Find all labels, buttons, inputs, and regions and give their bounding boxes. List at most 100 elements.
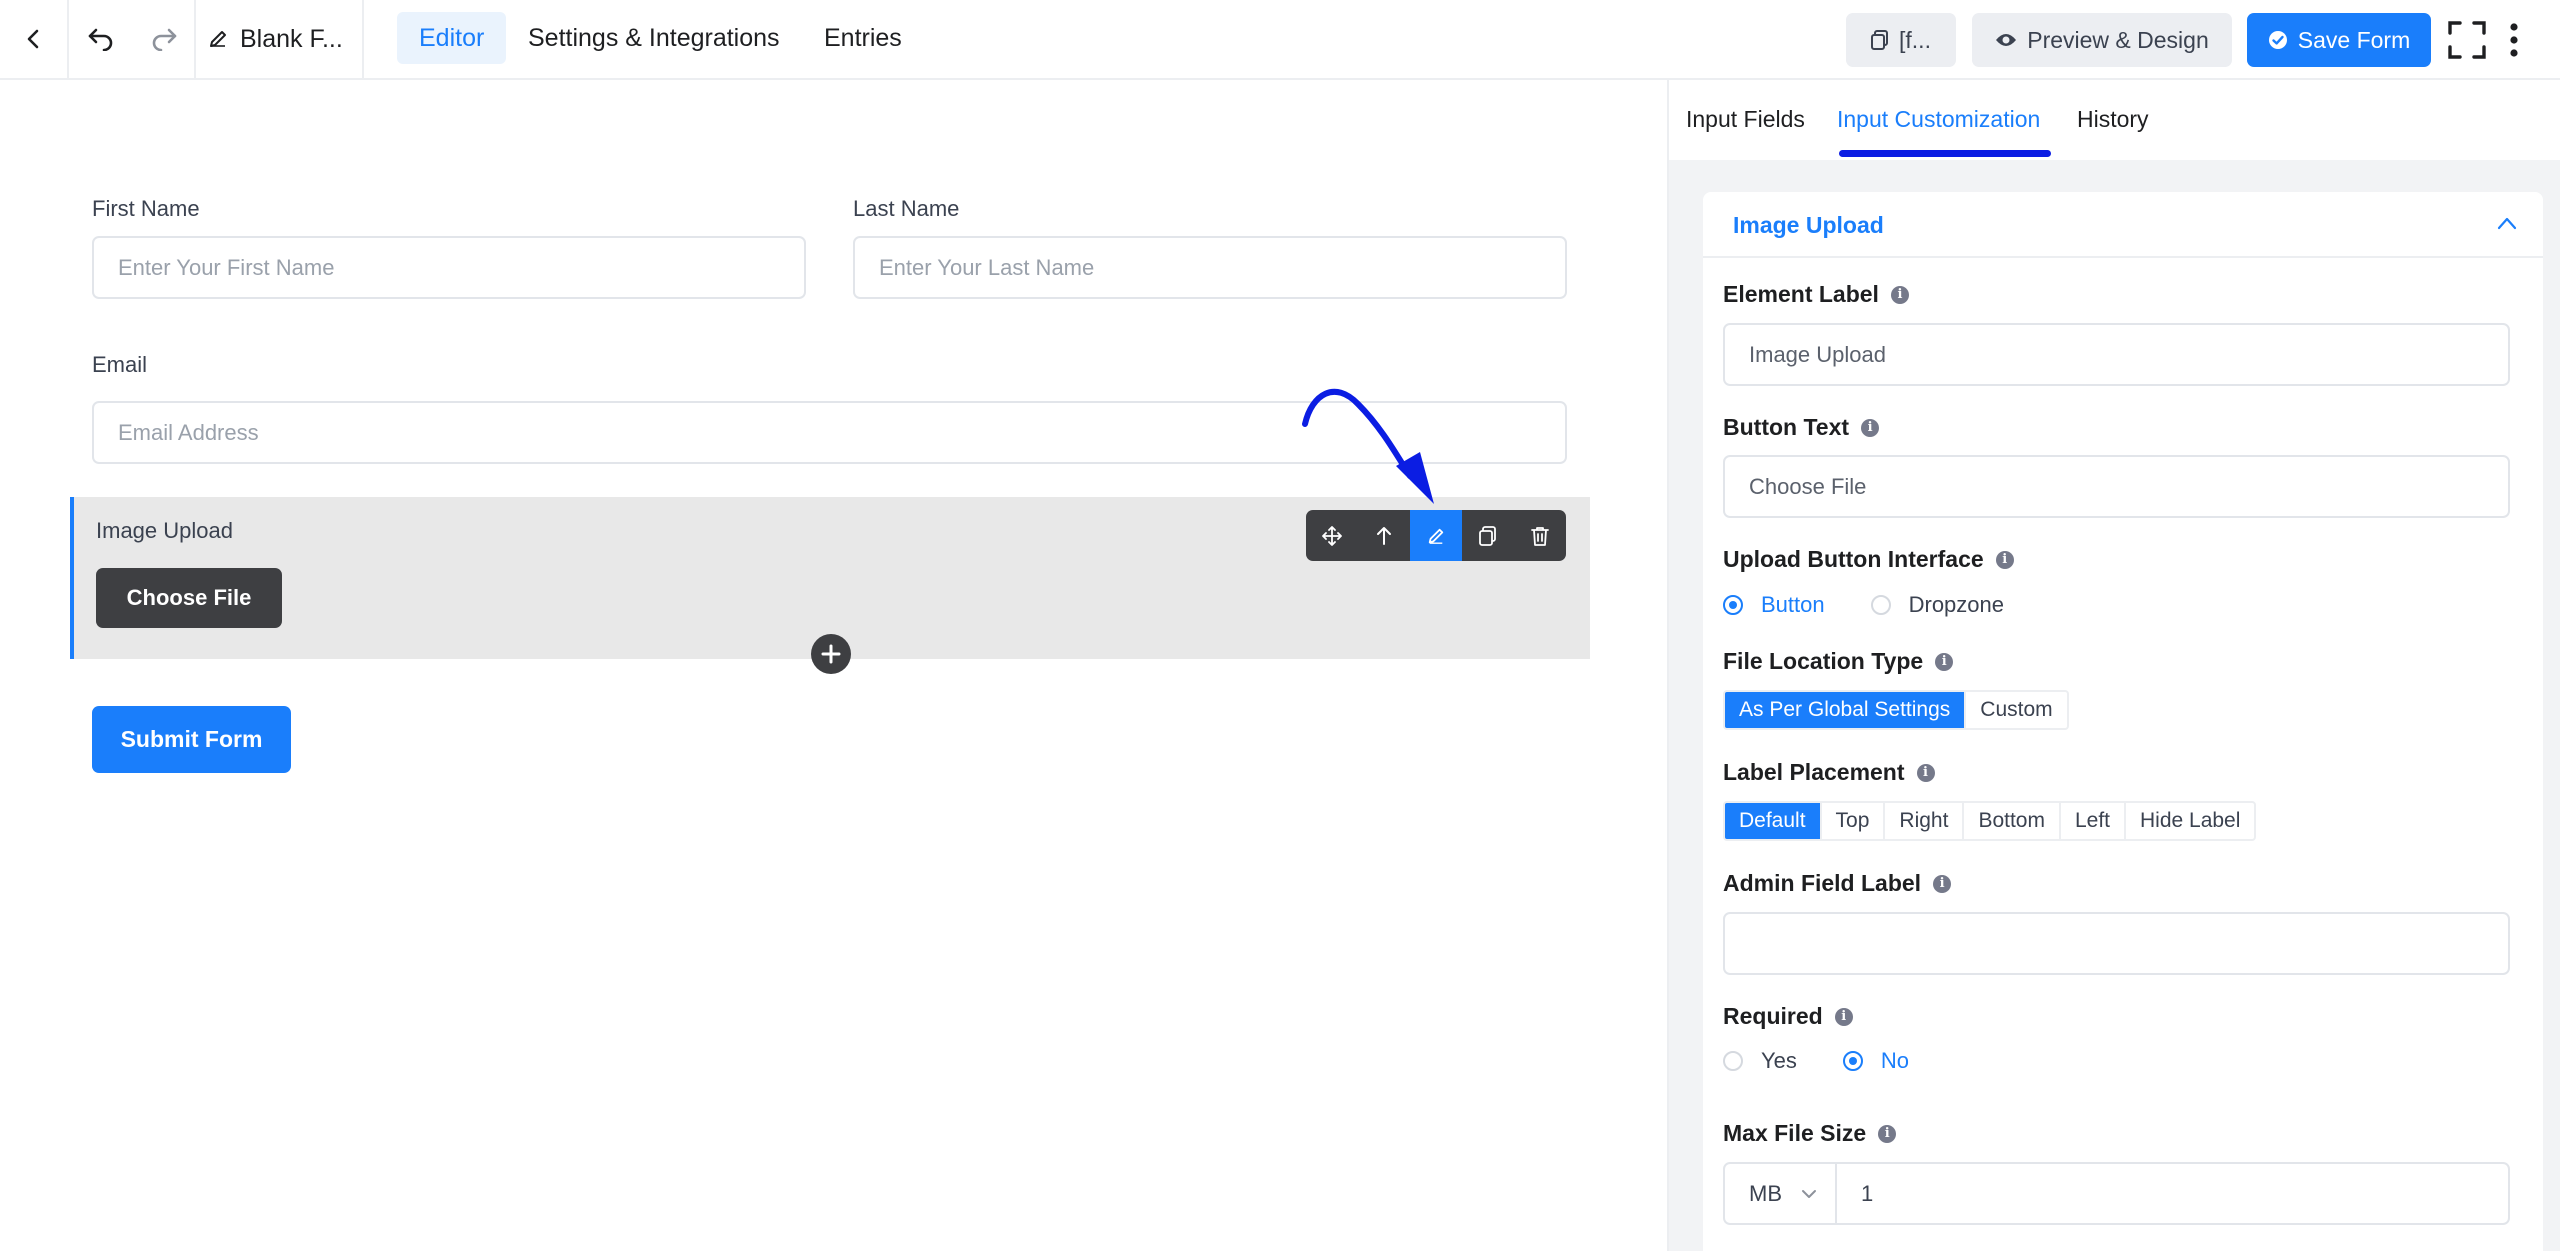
annotation-arrow-icon <box>1302 389 1434 504</box>
fullscreen-button[interactable] <box>2447 20 2487 60</box>
segment-right[interactable]: Right <box>1885 803 1965 839</box>
size-unit-value: MB <box>1749 1180 1782 1206</box>
segment-custom[interactable]: Custom <box>1966 692 2066 728</box>
max-size-heading: Max File Size i <box>1723 1120 1897 1147</box>
redo-button[interactable] <box>133 0 196 78</box>
edit-tool[interactable] <box>1410 510 1462 561</box>
size-value-input[interactable]: 1 <box>1837 1164 1873 1223</box>
tab-input-customization[interactable]: Input Customization <box>1837 106 2040 133</box>
info-icon[interactable]: i <box>1935 652 1954 671</box>
radio-dropzone-option[interactable]: Dropzone <box>1870 592 2004 618</box>
panel-tabs: Input Fields Input Customization History <box>1669 80 2560 160</box>
admin-label-heading: Admin Field Label i <box>1723 870 1952 897</box>
form-title[interactable]: Blank F... <box>196 0 364 78</box>
pencil-icon <box>1428 528 1444 544</box>
eye-icon <box>1996 34 2017 46</box>
form-title-text: Blank F... <box>240 24 343 53</box>
radio-no-option[interactable]: No <box>1842 1048 1910 1074</box>
arrow-up-icon <box>1377 526 1391 545</box>
info-icon[interactable]: i <box>1916 763 1935 782</box>
element-label-heading: Element Label i <box>1723 281 1909 308</box>
radio-empty-icon <box>1723 1051 1743 1071</box>
tab-settings-integrations[interactable]: Settings & Integrations <box>506 12 802 64</box>
first-name-label: First Name <box>92 196 200 221</box>
segment-top[interactable]: Top <box>1822 803 1886 839</box>
upload-interface-radios: Button Dropzone <box>1723 592 2050 618</box>
chevron-down-icon <box>1802 1189 1816 1198</box>
size-unit-select[interactable]: MB <box>1725 1164 1837 1223</box>
undo-icon <box>88 28 113 51</box>
info-icon[interactable]: i <box>1878 1124 1897 1143</box>
radio-dropzone-label: Dropzone <box>1908 592 2004 617</box>
shortcode-text: [f... <box>1899 26 1931 53</box>
kebab-menu-icon <box>2510 23 2518 57</box>
info-icon[interactable]: i <box>1861 418 1880 437</box>
more-options-button[interactable] <box>2502 20 2526 60</box>
move-tool[interactable] <box>1306 510 1358 561</box>
email-label: Email <box>92 352 148 377</box>
back-button[interactable] <box>0 0 69 78</box>
add-field-button[interactable] <box>811 634 851 674</box>
plus-icon <box>821 644 841 664</box>
redo-icon <box>152 28 176 51</box>
move-icon <box>1322 525 1342 546</box>
segment-hide-label[interactable]: Hide Label <box>2126 803 2254 839</box>
file-location-label: File Location Type <box>1723 648 1924 674</box>
copy-icon <box>1479 525 1496 546</box>
tab-editor[interactable]: Editor <box>397 12 507 64</box>
chevron-up-icon <box>2497 217 2517 230</box>
preview-design-button[interactable]: Preview & Design <box>1972 13 2232 67</box>
undo-button[interactable] <box>69 0 133 78</box>
radio-no-label: No <box>1880 1048 1910 1073</box>
first-name-input[interactable]: Enter Your First Name <box>92 236 806 299</box>
last-name-input[interactable]: Enter Your Last Name <box>853 236 1567 299</box>
choose-file-button[interactable]: Choose File <box>96 568 282 628</box>
max-size-label: Max File Size <box>1723 1120 1867 1146</box>
label-placement-label: Label Placement <box>1723 759 1905 785</box>
label-placement-segment: Default Top Right Bottom Left Hide Label <box>1723 801 2257 841</box>
radio-button-option[interactable]: Button <box>1723 592 1825 618</box>
section-title: Image Upload <box>1733 212 1884 238</box>
admin-label-input[interactable] <box>1723 912 2510 975</box>
radio-yes-option[interactable]: Yes <box>1723 1048 1797 1074</box>
segment-left[interactable]: Left <box>2061 803 2126 839</box>
field-toolbar <box>1306 510 1566 561</box>
last-name-label: Last Name <box>853 196 960 221</box>
shortcode-button[interactable]: [f... <box>1846 13 1956 67</box>
check-circle-icon <box>2268 31 2287 49</box>
button-text-label: Button Text <box>1723 414 1850 440</box>
delete-tool[interactable] <box>1514 510 1566 561</box>
required-radios: Yes No <box>1723 1048 1955 1074</box>
pencil-icon <box>210 31 226 47</box>
move-up-tool[interactable] <box>1358 510 1410 561</box>
segment-bottom[interactable]: Bottom <box>1964 803 2061 839</box>
file-location-segment: As Per Global Settings Custom <box>1723 690 2069 730</box>
radio-empty-icon <box>1870 595 1891 615</box>
element-label-input[interactable]: Image Upload <box>1723 323 2510 386</box>
section-header[interactable]: Image Upload <box>1703 192 2543 258</box>
radio-selected-icon <box>1842 1051 1863 1071</box>
file-location-heading: File Location Type i <box>1723 648 1954 675</box>
image-upload-label: Image Upload <box>96 518 233 543</box>
info-icon[interactable]: i <box>1834 1007 1853 1026</box>
info-icon[interactable]: i <box>1933 874 1952 893</box>
preview-design-label: Preview & Design <box>2027 26 2209 53</box>
required-label: Required <box>1723 1003 1823 1029</box>
radio-yes-label: Yes <box>1761 1048 1797 1073</box>
duplicate-tool[interactable] <box>1462 510 1514 561</box>
info-icon[interactable]: i <box>1890 285 1909 304</box>
element-label-text: Element Label <box>1723 281 1879 307</box>
tab-entries[interactable]: Entries <box>802 12 924 64</box>
tab-input-fields[interactable]: Input Fields <box>1686 106 1805 133</box>
fullscreen-icon <box>2448 21 2486 59</box>
tab-history[interactable]: History <box>2077 106 2149 133</box>
admin-label-text: Admin Field Label <box>1723 870 1922 896</box>
radio-selected-icon <box>1723 595 1743 615</box>
chevron-left-icon <box>27 29 38 49</box>
save-form-button[interactable]: Save Form <box>2247 13 2431 67</box>
button-text-input[interactable]: Choose File <box>1723 455 2510 518</box>
segment-default[interactable]: Default <box>1725 803 1822 839</box>
info-icon[interactable]: i <box>1995 550 2014 569</box>
segment-global-settings[interactable]: As Per Global Settings <box>1725 692 1967 728</box>
submit-form-button[interactable]: Submit Form <box>92 706 291 773</box>
